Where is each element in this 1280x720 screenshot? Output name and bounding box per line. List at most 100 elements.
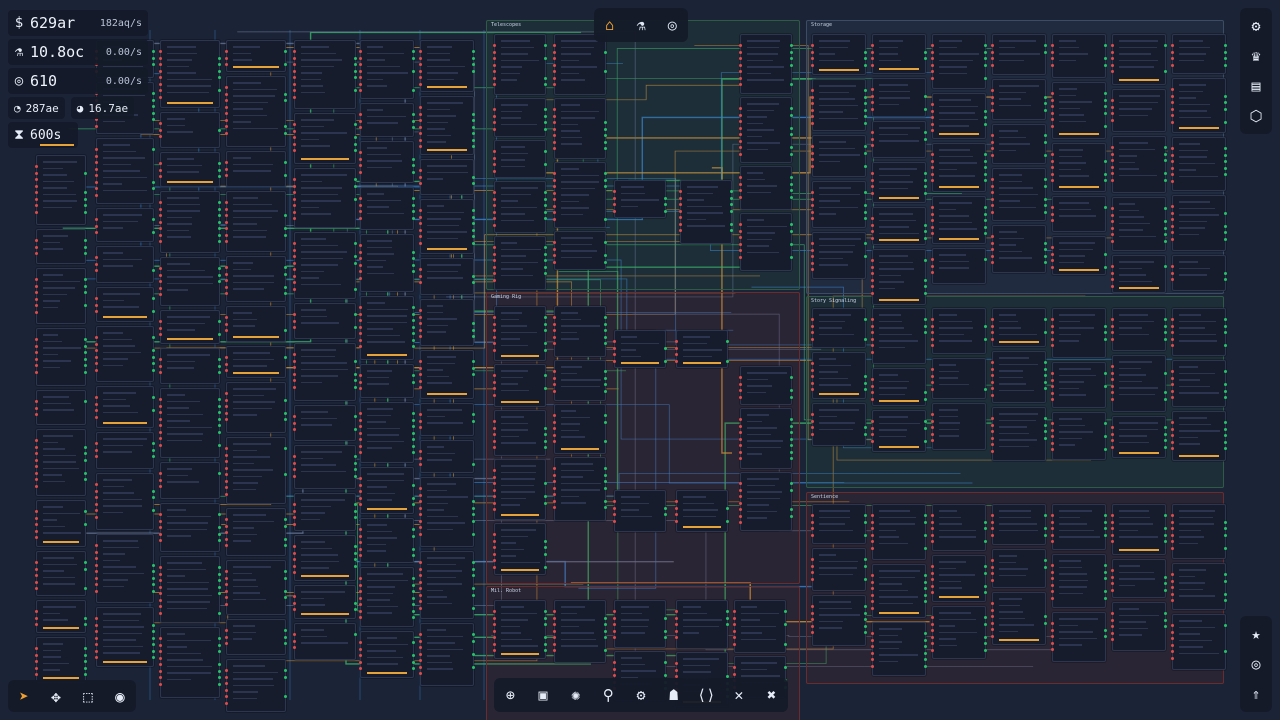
- input-port[interactable]: [871, 107, 874, 111]
- output-port[interactable]: [472, 69, 475, 73]
- input-port[interactable]: [931, 206, 934, 209]
- output-port[interactable]: [412, 306, 415, 309]
- input-port[interactable]: [95, 161, 98, 164]
- input-port[interactable]: [95, 636, 98, 640]
- output-port[interactable]: [924, 420, 927, 423]
- machine-node[interactable]: [293, 585, 357, 619]
- input-port[interactable]: [419, 493, 422, 497]
- output-port[interactable]: [472, 574, 475, 577]
- output-port[interactable]: [152, 63, 155, 66]
- output-port[interactable]: [84, 278, 87, 281]
- machine-node[interactable]: [613, 330, 667, 368]
- input-port[interactable]: [871, 391, 874, 394]
- output-port[interactable]: [1044, 178, 1047, 181]
- output-port[interactable]: [864, 50, 867, 54]
- input-port[interactable]: [95, 224, 98, 228]
- machine-node[interactable]: [359, 40, 415, 99]
- output-port[interactable]: [412, 216, 415, 220]
- machine-node[interactable]: [35, 328, 87, 386]
- input-port[interactable]: [811, 605, 814, 608]
- output-port[interactable]: [864, 381, 867, 385]
- input-port[interactable]: [871, 236, 874, 240]
- output-port[interactable]: [1164, 178, 1167, 182]
- input-port[interactable]: [419, 360, 422, 363]
- input-port[interactable]: [35, 439, 38, 442]
- input-port[interactable]: [613, 203, 616, 206]
- input-port[interactable]: [1051, 372, 1054, 375]
- output-port[interactable]: [354, 136, 357, 139]
- input-port[interactable]: [419, 672, 422, 675]
- output-port[interactable]: [864, 151, 867, 155]
- machine-node[interactable]: [991, 351, 1047, 403]
- output-port[interactable]: [984, 63, 987, 67]
- input-port[interactable]: [739, 152, 742, 156]
- input-port[interactable]: [359, 126, 362, 129]
- output-port[interactable]: [1044, 565, 1047, 569]
- input-port[interactable]: [931, 413, 934, 416]
- machine-node[interactable]: [1171, 614, 1227, 670]
- output-port[interactable]: [412, 496, 415, 500]
- input-port[interactable]: [553, 480, 556, 483]
- input-port[interactable]: [991, 50, 994, 54]
- output-port[interactable]: [472, 587, 475, 590]
- input-port[interactable]: [931, 271, 934, 274]
- input-port[interactable]: [1051, 622, 1054, 625]
- output-port[interactable]: [544, 539, 547, 543]
- input-port[interactable]: [225, 596, 228, 599]
- input-port[interactable]: [493, 252, 496, 256]
- output-port[interactable]: [604, 140, 607, 144]
- input-port[interactable]: [811, 164, 814, 168]
- input-port[interactable]: [871, 664, 874, 668]
- input-port[interactable]: [553, 427, 556, 430]
- output-port[interactable]: [412, 660, 415, 664]
- output-port[interactable]: [218, 240, 221, 243]
- output-port[interactable]: [924, 574, 927, 577]
- input-port[interactable]: [493, 533, 496, 536]
- output-port[interactable]: [790, 195, 793, 199]
- machine-node[interactable]: [419, 440, 475, 473]
- input-port[interactable]: [739, 133, 742, 136]
- input-port[interactable]: [293, 50, 296, 53]
- output-port[interactable]: [544, 426, 547, 430]
- machine-node[interactable]: [35, 600, 87, 633]
- input-port[interactable]: [359, 164, 362, 167]
- input-port[interactable]: [871, 324, 874, 328]
- input-port[interactable]: [493, 191, 496, 194]
- output-port[interactable]: [354, 184, 357, 188]
- output-port[interactable]: [664, 674, 667, 677]
- input-port[interactable]: [35, 297, 38, 301]
- input-port[interactable]: [1171, 599, 1174, 602]
- machine-node[interactable]: [1171, 137, 1227, 191]
- input-port[interactable]: [991, 417, 994, 420]
- machine-node[interactable]: [95, 607, 155, 667]
- input-port[interactable]: [871, 580, 874, 584]
- input-port[interactable]: [811, 261, 814, 265]
- output-port[interactable]: [84, 291, 87, 294]
- output-port[interactable]: [1224, 120, 1227, 124]
- input-port[interactable]: [991, 514, 994, 517]
- input-port[interactable]: [159, 207, 162, 211]
- input-port[interactable]: [991, 380, 994, 384]
- input-port[interactable]: [35, 210, 38, 214]
- machine-node[interactable]: [1051, 236, 1107, 275]
- output-port[interactable]: [412, 257, 415, 260]
- input-port[interactable]: [991, 235, 994, 238]
- input-port[interactable]: [553, 623, 556, 626]
- input-port[interactable]: [159, 240, 162, 243]
- marquee-tool[interactable]: ⬚: [75, 683, 101, 709]
- input-port[interactable]: [225, 570, 228, 573]
- input-port[interactable]: [811, 426, 814, 429]
- input-port[interactable]: [613, 346, 616, 350]
- input-port[interactable]: [225, 447, 228, 450]
- input-port[interactable]: [1111, 391, 1114, 394]
- output-port[interactable]: [924, 230, 927, 233]
- input-port[interactable]: [553, 63, 556, 67]
- input-port[interactable]: [95, 362, 98, 365]
- input-port[interactable]: [553, 636, 556, 639]
- input-port[interactable]: [811, 191, 814, 194]
- output-port[interactable]: [1224, 370, 1227, 373]
- input-port[interactable]: [359, 216, 362, 220]
- machine-node[interactable]: [419, 350, 475, 399]
- output-port[interactable]: [1164, 618, 1167, 622]
- input-port[interactable]: [1051, 124, 1054, 128]
